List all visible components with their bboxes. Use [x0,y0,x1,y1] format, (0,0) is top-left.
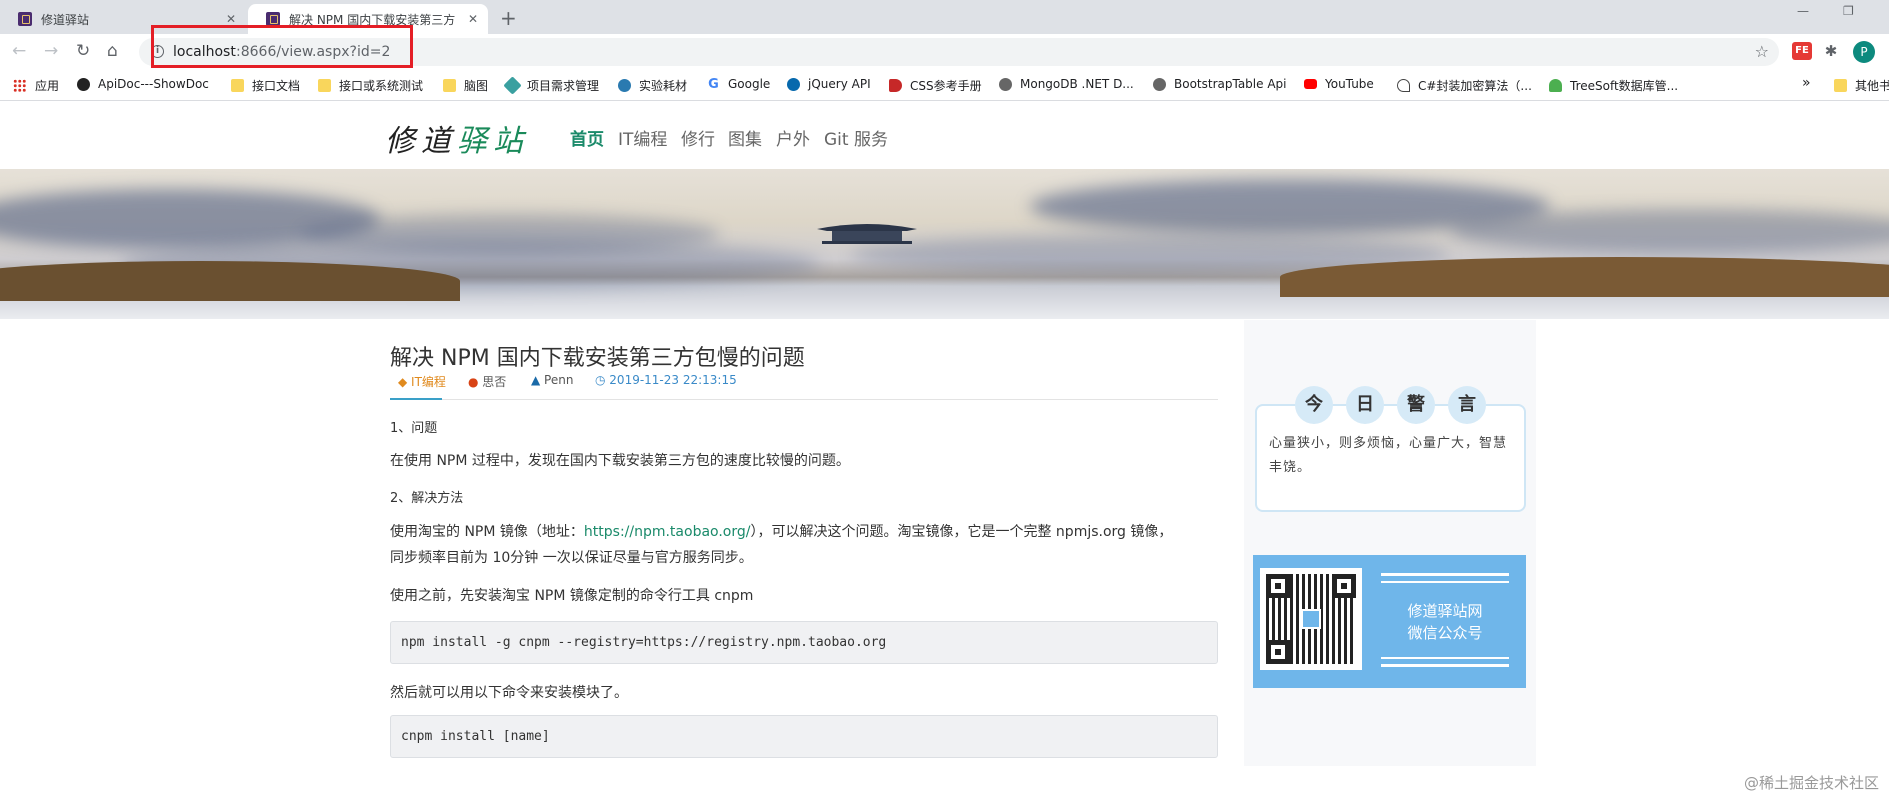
wechat-subtitle: 微信公众号 [1407,624,1483,642]
apidoc-icon [77,77,90,91]
pavilion-silhouette [817,224,917,244]
jquery-icon [787,77,800,91]
apps-icon [13,79,26,92]
bookmark-apidoc[interactable]: ApiDoc---ShowDoc [77,77,209,91]
csharp-icon [1397,79,1410,92]
quote-heading-char: 言 [1448,386,1486,424]
source-label: ● 思否 [468,375,507,389]
quote-heading-char: 日 [1346,386,1384,424]
site-logo[interactable]: 修道驿站 [385,116,529,160]
category-tag[interactable]: ◆ IT编程 [398,373,446,390]
bookmark-lab[interactable]: 实验耗材 [618,77,687,94]
close-icon[interactable]: ✕ [468,12,478,26]
profile-avatar[interactable]: P [1853,41,1875,63]
nav-home[interactable]: 首页 [570,125,604,150]
forward-icon[interactable]: → [44,42,58,60]
date-label: ◷ 2019-11-23 22:13:15 [595,373,737,387]
project-icon [503,76,522,95]
wechat-card: 修道驿站网 微信公众号 [1253,555,1526,688]
reload-icon[interactable]: ↻ [76,42,90,60]
tab-title: 修道驿站 [41,12,90,27]
nav-practice[interactable]: 修行 [681,125,715,150]
more-icon: » [1802,75,1811,91]
site-header: 修道驿站 首页 IT编程 修行 图集 户外 Git 服务 [0,101,1889,169]
section-heading-1: 1、问题 [390,421,438,436]
new-tab-button[interactable]: + [500,6,517,30]
nav-gallery[interactable]: 图集 [728,125,762,150]
bookmark-bootstraptable[interactable]: BootstrapTable Api [1153,77,1287,91]
globe-icon: ● [468,375,483,389]
youtube-icon [1304,79,1317,89]
author-label: ▲ Penn [531,373,574,387]
url-highlight-annotation [151,25,413,68]
folder-icon [1834,79,1847,92]
clock-icon: ◷ [595,373,610,387]
section-heading-2: 2、解决方法 [390,491,464,506]
article-title: 解决 NPM 国内下载安装第三方包慢的问题 [390,346,805,371]
bookmark-treesoft[interactable]: TreeSoft数据库管... [1549,77,1678,94]
qr-code [1260,568,1362,670]
paragraph-2-cont: 同步频率目前为 10分钟 一次以保证尽量与官方服务同步。 [390,550,753,566]
nav-outdoor[interactable]: 户外 [776,125,810,150]
home-icon[interactable]: ⌂ [107,42,118,60]
meta-divider-accent [390,398,442,400]
code-block-1: npm install -g cnpm --registry=https://r… [390,621,1218,664]
watermark: @稀土掘金技术社区 [1743,774,1879,792]
close-icon[interactable]: ✕ [226,12,236,26]
wechat-title: 修道驿站网 [1407,602,1483,620]
globe-icon [1153,77,1166,91]
back-icon[interactable]: ← [12,42,26,60]
bookmark-project[interactable]: 项目需求管理 [503,76,599,95]
bookmark-other[interactable]: 其他书 [1834,77,1889,94]
nav-it[interactable]: IT编程 [618,125,667,150]
treesoft-icon [1549,79,1562,92]
meta-divider [390,399,1218,400]
bookmark-css[interactable]: CSS参考手册 [889,77,982,94]
folder-icon [231,79,244,92]
quote-text: 心量狭小，则多烦恼，心量广大，智慧丰饶。 [1269,436,1508,475]
site-favicon-icon [266,12,280,26]
bookmark-youtube[interactable]: YouTube [1304,77,1374,91]
bookmark-folder[interactable]: 接口或系统测试 [318,77,423,94]
bookmark-folder[interactable]: 脑图 [443,77,488,94]
sidebar: 今 日 警 言 心量狭小，则多烦恼，心量广大，智慧丰饶。 修道驿站网 微信公众号 [1244,320,1536,766]
bookmark-folder[interactable]: 接口文档 [231,77,300,94]
site-favicon-icon [18,12,32,26]
folder-icon [443,79,456,92]
user-icon: ▲ [531,373,545,387]
globe-icon [999,77,1012,91]
extensions-puzzle-icon[interactable]: ✱ [1821,42,1841,60]
bookmark-google[interactable]: G Google [707,77,770,91]
lab-icon [618,79,631,92]
paragraph-4: 然后就可以用以下命令来安装模块了。 [390,685,628,701]
folder-icon [318,79,331,92]
bookmark-mongodb[interactable]: MongoDB .NET D... [999,77,1134,91]
daily-quote-card: 今 日 警 言 心量狭小，则多烦恼，心量广大，智慧丰饶。 [1255,386,1526,512]
css-icon [889,79,902,92]
paragraph-1: 在使用 NPM 过程中，发现在国内下载安装第三方包的速度比较慢的问题。 [390,453,850,469]
nav-git[interactable]: Git 服务 [824,125,888,150]
paragraph-2: 使用淘宝的 NPM 镜像（地址：https://npm.taobao.org/）… [390,524,1173,540]
quote-heading-char: 警 [1397,386,1435,424]
bookmarks-bar: 应用 ApiDoc---ShowDoc 接口文档 接口或系统测试 脑图 项目需求… [0,70,1889,101]
minimize-button[interactable]: — [1797,4,1809,18]
bookmark-csharp[interactable]: C#封装加密算法（... [1397,77,1532,94]
bookmark-apps[interactable]: 应用 [13,77,59,94]
landscape-banner [0,169,1889,319]
bookmark-jquery[interactable]: jQuery API [787,77,871,91]
quote-heading-char: 今 [1295,386,1333,424]
fe-extension-icon[interactable]: FE [1792,42,1812,60]
taobao-link[interactable]: https://npm.taobao.org/ [584,524,751,540]
paragraph-3: 使用之前，先安装淘宝 NPM 镜像定制的命令行工具 cnpm [390,588,754,604]
code-block-2: cnpm install [name] [390,715,1218,758]
restore-button[interactable]: ❐ [1843,4,1854,18]
bookmarks-overflow-button[interactable]: » [1802,75,1811,91]
tag-icon: ◆ [398,375,412,389]
star-icon[interactable]: ☆ [1755,42,1769,61]
google-icon: G [708,76,719,92]
